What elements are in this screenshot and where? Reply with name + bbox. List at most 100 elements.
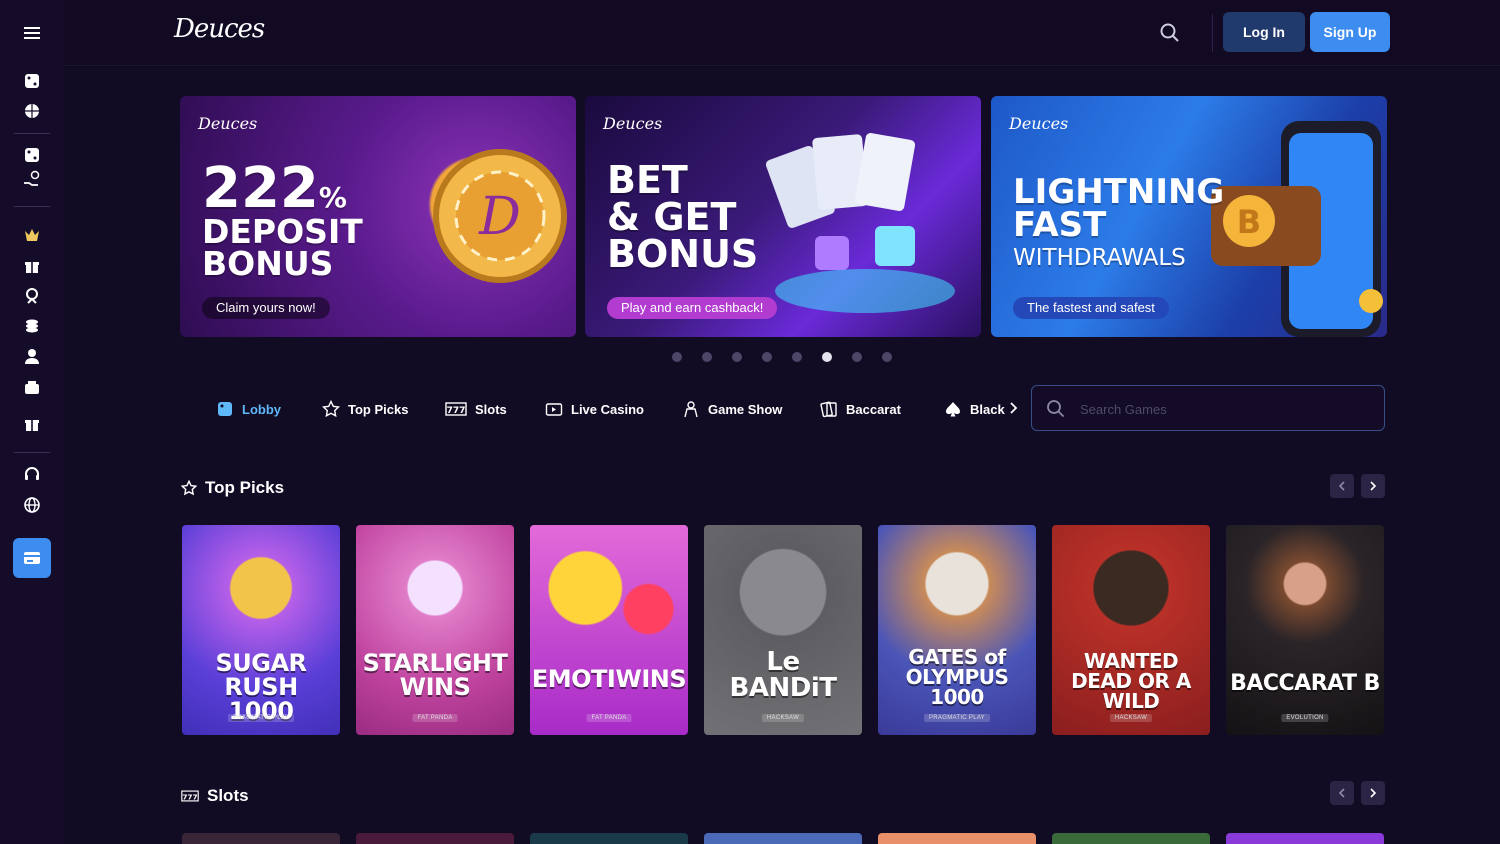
banner-cta-pill: Play and earn cashback! (607, 297, 778, 319)
sidebar-item-sports[interactable] (16, 97, 48, 125)
chevron-left-icon (1338, 788, 1345, 798)
slot-game-card[interactable] (1052, 833, 1210, 844)
game-provider: HACKSAW (1109, 714, 1153, 722)
carousel-dot[interactable] (852, 352, 862, 362)
star-icon (322, 400, 340, 418)
tab-lobby[interactable]: Lobby (216, 397, 281, 421)
top-picks-next-button[interactable] (1361, 474, 1385, 498)
chevron-right-icon[interactable] (1008, 402, 1018, 414)
sidebar-item-promotions[interactable] (16, 252, 48, 280)
tab-label: Lobby (242, 401, 281, 417)
wallet-button[interactable] (13, 538, 51, 578)
sidebar-item-profile[interactable] (16, 342, 48, 370)
game-provider: PRAGMATIC PLAY (228, 714, 294, 722)
game-card-le-bandit[interactable]: Le BANDiT HACKSAW (704, 525, 862, 735)
gift-icon (25, 262, 39, 273)
slot-game-card[interactable] (530, 833, 688, 844)
spade-icon (946, 402, 960, 417)
slot-game-card[interactable] (704, 833, 862, 844)
tab-game-show[interactable]: Game Show (682, 397, 782, 421)
tab-label: Black (970, 401, 1005, 417)
search-icon[interactable] (1159, 22, 1181, 44)
carousel-dot[interactable] (882, 352, 892, 362)
globe-icon (24, 497, 40, 513)
tab-label: Game Show (708, 401, 783, 417)
menu-button[interactable] (16, 19, 48, 47)
game-provider: PRAGMATIC PLAY (924, 714, 990, 722)
promo-banner-deposit-bonus[interactable]: D Deuces 222% DEPOSIT BONUS Claim yours … (180, 96, 576, 337)
sidebar (0, 0, 64, 844)
carousel-dot-active[interactable] (822, 352, 832, 362)
carousel-dot[interactable] (732, 352, 742, 362)
slot-game-card[interactable] (182, 833, 340, 844)
login-button[interactable]: Log In (1223, 12, 1305, 52)
site-logo[interactable]: Deuces (174, 14, 265, 44)
sidebar-item-vip[interactable] (16, 221, 48, 249)
tab-label: Top Picks (348, 401, 409, 417)
promo-banner-fast-withdrawals[interactable]: B Deuces LIGHTNING FAST WITHDRAWALS The … (991, 96, 1387, 337)
slots-prev-button[interactable] (1330, 781, 1354, 805)
carousel-dot[interactable] (672, 352, 682, 362)
chevron-left-icon (1338, 481, 1345, 491)
game-provider: EVOLUTION (1281, 714, 1329, 722)
carousel-dot[interactable] (702, 352, 712, 362)
slots-777-icon: 777 (181, 790, 199, 802)
svg-text:777: 777 (447, 406, 466, 416)
carousel-pagination (672, 352, 892, 362)
game-card-starlight-wins[interactable]: STARLIGHT WINS FAT PANDA (356, 525, 514, 735)
sidebar-item-rewards[interactable] (16, 282, 48, 310)
sidebar-item-casino[interactable] (16, 67, 48, 95)
slot-game-card[interactable] (1226, 833, 1384, 844)
phone-wallet-icon: B (1211, 121, 1383, 337)
banner-logo: Deuces (1009, 114, 1069, 133)
slot-game-card[interactable] (356, 833, 514, 844)
game-card-gates-of-olympus[interactable]: GATES of OLYMPUS 1000 PRAGMATIC PLAY (878, 525, 1036, 735)
svg-text:B: B (1237, 203, 1261, 241)
banner-title: BET & GET BONUS (607, 158, 759, 277)
tab-baccarat[interactable]: Baccarat (820, 397, 901, 421)
slot-game-card[interactable] (878, 833, 1036, 844)
banner-logo: Deuces (603, 114, 663, 133)
game-art (1226, 525, 1384, 735)
coins-stack-icon (26, 319, 38, 333)
section-title-text: Top Picks (205, 478, 285, 497)
carousel-dot[interactable] (792, 352, 802, 362)
slots-777-icon: 777 (445, 402, 467, 416)
sidebar-item-language[interactable] (16, 491, 48, 519)
tab-top-picks[interactable]: Top Picks (322, 397, 408, 421)
tab-slots[interactable]: 777 Slots (445, 397, 507, 421)
promo-banner-bet-get-bonus[interactable]: Deuces BET & GET BONUS Play and earn cas… (585, 96, 981, 337)
sidebar-item-coins[interactable] (16, 312, 48, 340)
banner-title-number: 222% (202, 156, 347, 221)
game-card-baccarat-b[interactable]: BACCARAT B EVOLUTION (1226, 525, 1384, 735)
top-picks-prev-button[interactable] (1330, 474, 1354, 498)
sidebar-item-bonus[interactable] (16, 165, 48, 193)
dice-icon (25, 148, 39, 162)
star-icon (181, 480, 197, 496)
game-title: EMOTIWINS (531, 665, 687, 693)
sidebar-item-cashier[interactable] (16, 373, 48, 401)
search-icon (1047, 400, 1065, 418)
cards-icon (820, 401, 837, 418)
hamburger-icon (24, 27, 40, 39)
dice-icon (25, 74, 39, 88)
game-card-emotiwins[interactable]: EMOTIWINS FAT PANDA (530, 525, 688, 735)
search-games-input[interactable] (1080, 396, 1370, 422)
game-card-wanted-dead-or-a-wild[interactable]: WANTED DEAD OR A WILD HACKSAW (1052, 525, 1210, 735)
user-icon (25, 349, 39, 364)
tab-blackjack[interactable]: Black (944, 397, 1005, 421)
wallet-icon (24, 552, 40, 564)
carousel-dot[interactable] (762, 352, 772, 362)
sidebar-item-support[interactable] (16, 460, 48, 488)
game-card-sugar-rush[interactable]: SUGAR RUSH 1000 PRAGMATIC PLAY (182, 525, 340, 735)
cards-and-dice-icon (765, 132, 955, 313)
slots-next-button[interactable] (1361, 781, 1385, 805)
signup-button[interactable]: Sign Up (1310, 12, 1390, 52)
banner-cta-pill: Claim yours now! (202, 297, 330, 319)
sidebar-item-gifts[interactable] (16, 410, 48, 438)
tab-live-casino[interactable]: Live Casino (545, 397, 644, 421)
sidebar-divider (14, 133, 50, 134)
game-title: Le BANDiT (729, 647, 837, 703)
tab-label: Live Casino (571, 401, 644, 417)
hand-coin-icon (24, 170, 40, 186)
